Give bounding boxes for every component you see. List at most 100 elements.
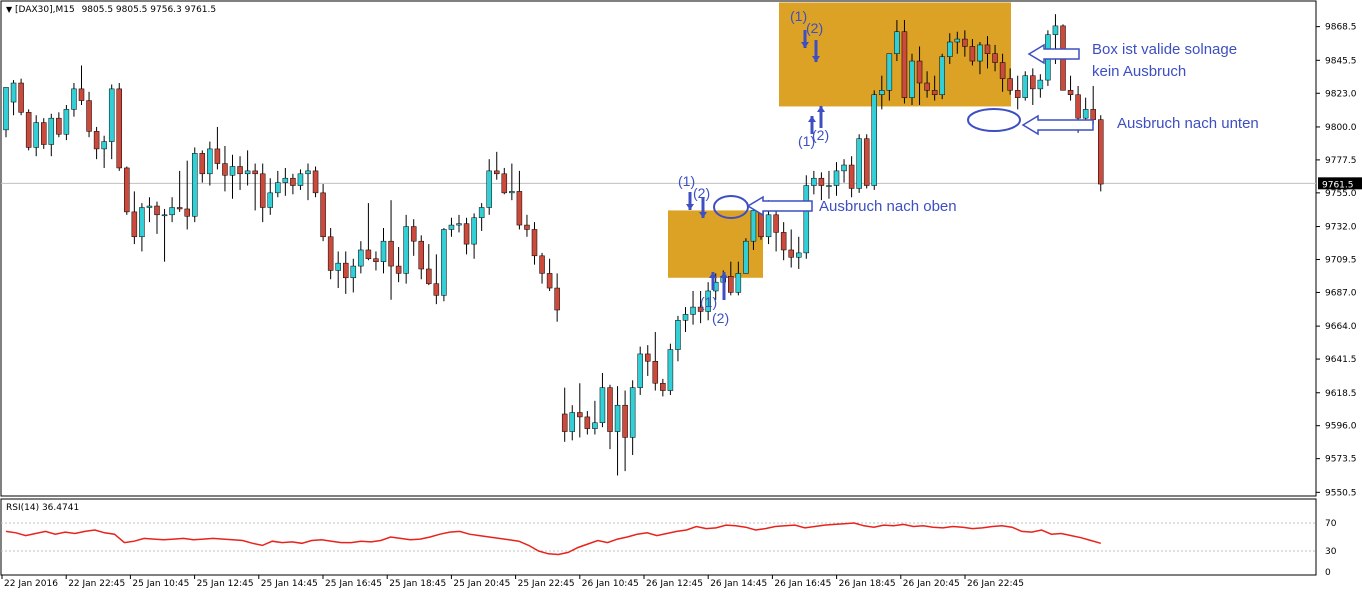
- candle-body: [86, 100, 92, 132]
- candle-body: [116, 88, 122, 169]
- candle-body: [471, 217, 477, 245]
- candle-body: [403, 226, 409, 274]
- candle-body: [1098, 119, 1104, 185]
- candle-body: [1082, 109, 1089, 119]
- candle-body: [1075, 94, 1081, 119]
- price-tick-label: 9732.0: [1325, 223, 1357, 233]
- candle-body: [343, 262, 349, 279]
- candle-body: [25, 112, 32, 148]
- candle-body: [539, 255, 545, 274]
- candle-body: [833, 170, 840, 186]
- candle-body: [977, 44, 983, 62]
- candle-body: [667, 349, 674, 391]
- candle-body: [244, 170, 251, 175]
- time-tick-label: 26 Jan 14:45: [710, 579, 767, 589]
- candle-body: [999, 62, 1006, 79]
- candle-body: [947, 41, 953, 57]
- candle-body: [796, 252, 802, 258]
- time-axis: 22 Jan 2016 22 Jan 22:45 25 Jan 10:45 25 Ja…: [1, 575, 1024, 589]
- time-tick-label: 26 Jan 20:45: [903, 579, 960, 589]
- price-tick-label: 9687.0: [1325, 288, 1357, 298]
- candle-body: [267, 192, 273, 208]
- price-tick-label: 9777.5: [1325, 156, 1357, 166]
- candle-body: [33, 122, 39, 148]
- time-tick-label: 26 Jan 12:45: [646, 579, 703, 589]
- time-tick-label: 25 Jan 12:45: [197, 579, 254, 589]
- time-tick-label: 22 Jan 22:45: [68, 579, 125, 589]
- candle-body: [3, 87, 9, 131]
- candle-body: [222, 163, 228, 176]
- candle-body: [494, 170, 500, 175]
- header-dropdown-icon[interactable]: ▼: [6, 5, 12, 14]
- candle-body: [365, 249, 372, 260]
- price-tick-label: 9845.5: [1325, 56, 1357, 66]
- price-axis: 9868.5 9845.5 9823.0 9800.0 9777.5 9755.0 9732…: [1316, 23, 1362, 498]
- time-tick-label: 25 Jan 10:45: [132, 579, 189, 589]
- candle-body: [252, 170, 258, 175]
- candle-body: [237, 166, 243, 175]
- candle-body: [93, 131, 100, 150]
- candle-body: [637, 353, 643, 388]
- time-tick-label: 25 Jan 18:45: [389, 579, 446, 589]
- candle-body: [622, 404, 628, 438]
- rsi-label: RSI(14) 36.4741: [6, 503, 80, 513]
- candle-body: [1090, 109, 1096, 120]
- candle-body: [1067, 90, 1074, 95]
- candle-body: [750, 210, 757, 242]
- time-tick-label: 26 Jan 10:45: [582, 579, 639, 589]
- candle-body: [320, 192, 326, 238]
- candle-body: [728, 276, 734, 293]
- chart-header: ▼ [DAX30],M15 9805.5 9805.5 9756.3 9761.…: [6, 5, 216, 15]
- time-tick-label: 25 Jan 16:45: [325, 579, 382, 589]
- price-tick-label: 9709.5: [1325, 255, 1357, 265]
- time-tick-label: 22 Jan 2016: [4, 579, 58, 589]
- candle-body: [395, 265, 402, 274]
- time-tick-label: 26 Jan 18:45: [839, 579, 896, 589]
- candle-body: [358, 249, 364, 267]
- candle-body: [863, 138, 870, 186]
- candle-body: [916, 60, 923, 84]
- marker-2-bottom-right: (2): [812, 127, 830, 143]
- rsi-tick-label: 70: [1325, 519, 1337, 529]
- candle-body: [161, 214, 168, 217]
- marker-2-bottom-left: (2): [712, 310, 730, 326]
- candle-body: [1037, 79, 1044, 90]
- candle-body: [848, 164, 855, 189]
- candle-body: [1014, 90, 1021, 98]
- candle-body: [433, 283, 440, 296]
- candle-body: [335, 262, 341, 271]
- rsi-panel: 70 30 0: [0, 498, 1337, 578]
- candle-body: [577, 412, 583, 418]
- candle-body: [41, 122, 47, 145]
- candle-body: [743, 240, 749, 274]
- candle-body: [773, 214, 779, 233]
- rsi-tick-label: 0: [1325, 568, 1331, 578]
- rsi-frame: [0, 498, 1317, 576]
- annotation-box-valid-line2: kein Ausbruch: [1092, 63, 1187, 80]
- candle-body: [531, 229, 538, 257]
- candle-body: [984, 44, 991, 54]
- candle-body: [592, 422, 598, 429]
- price-tick-label: 9596.0: [1325, 422, 1357, 432]
- candle-body: [192, 153, 198, 217]
- candle-body: [856, 138, 862, 189]
- time-tick-label: 25 Jan 22:45: [518, 579, 575, 589]
- time-tick-label: 25 Jan 20:45: [453, 579, 510, 589]
- price-tick-label: 9618.5: [1325, 389, 1357, 399]
- candle-body: [441, 229, 447, 296]
- candle-body: [614, 404, 621, 432]
- candle-body: [10, 82, 17, 103]
- candle-body: [629, 387, 636, 438]
- candle-body: [690, 306, 696, 315]
- candle-body: [101, 141, 107, 150]
- candle-body: [811, 177, 817, 186]
- range-box-right: [779, 2, 1011, 107]
- candle-body: [788, 249, 794, 258]
- candle-body: [327, 236, 334, 271]
- candle-body: [426, 268, 432, 284]
- candle-body: [675, 320, 681, 350]
- candle-body: [954, 38, 961, 43]
- candle-body: [901, 31, 908, 98]
- candle-body: [607, 387, 613, 432]
- candle-body: [735, 273, 742, 293]
